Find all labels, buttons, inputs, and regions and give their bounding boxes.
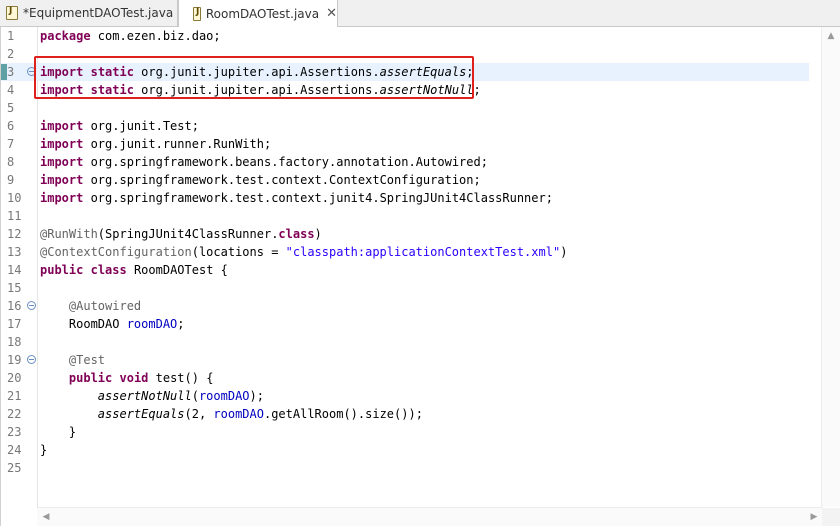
line-number: 20 [7,371,22,385]
close-icon[interactable]: ✕ [326,7,337,20]
vertical-scrollbar[interactable]: ▲ [821,27,840,507]
code-line[interactable]: 11 [1,207,809,225]
line-number: 2 [7,47,15,61]
code-line[interactable]: 14 public class RoomDAOTest { [1,261,809,279]
scrollbar-corner [822,508,840,526]
java-file-icon [193,6,201,21]
code-line[interactable]: 17 RoomDAO roomDAO; [1,315,809,333]
line-number: 23 [7,425,22,439]
fold-collapse-icon[interactable] [27,355,36,364]
code-text: @ContextConfiguration(locations = "class… [40,245,568,259]
line-number: 9 [7,173,15,187]
code-line[interactable]: 25 [1,459,809,477]
code-line[interactable]: 3 import static org.junit.jupiter.api.Ass… [1,63,809,81]
scroll-left-arrow-icon[interactable]: ◀ [39,510,53,524]
code-line[interactable]: 1 package com.ezen.biz.dao; [1,27,809,45]
line-number: 1 [7,29,15,43]
scroll-up-arrow-icon[interactable]: ▲ [824,29,838,43]
code-text: import org.junit.runner.RunWith; [40,137,272,151]
line-number: 4 [7,83,15,97]
editor-tab-bar: *EquipmentDAOTest.java RoomDAOTest.java … [0,0,840,27]
code-text: import org.springframework.test.context.… [40,191,553,205]
code-text: @Test [68,353,106,367]
code-line[interactable]: 4 import static org.junit.jupiter.api.Ass… [1,81,809,99]
code-line[interactable]: 24} [1,441,809,459]
line-number: 10 [7,191,22,205]
code-line[interactable]: 5 [1,99,809,117]
line-number: 22 [7,407,22,421]
code-line[interactable]: 10 import org.springframework.test.contex… [1,189,809,207]
tab-roomdaotest[interactable]: RoomDAOTest.java ✕ [178,0,338,27]
code-line[interactable]: 13 @ContextConfiguration(locations = "cla… [1,243,809,261]
line-number: 14 [7,263,22,277]
code-line[interactable]: 20 public void test() { [1,369,809,387]
code-text: import org.springframework.test.context.… [40,173,481,187]
line-number: 15 [7,281,22,295]
code-text: @Autowired [68,299,142,313]
line-number: 7 [7,137,15,151]
line-number: 6 [7,119,15,133]
tab-equipmentdaotest[interactable]: *EquipmentDAOTest.java [0,0,178,26]
code-line[interactable]: 9 import org.springframework.test.context… [1,171,809,189]
line-number: 16 [7,299,22,313]
code-line[interactable]: 6 import org.junit.Test; [1,117,809,135]
line-number: 8 [7,155,15,169]
code-line[interactable]: 18 [1,333,809,351]
line-number: 18 [7,335,22,349]
code-text: import static org.junit.jupiter.api.Asse… [40,65,474,79]
code-text: package com.ezen.biz.dao; [40,29,221,43]
code-line[interactable]: 8 import org.springframework.beans.factor… [1,153,809,171]
code-line[interactable]: 2 [1,45,809,63]
line-number: 12 [7,227,22,241]
code-line[interactable]: 16 @Autowired [1,297,809,315]
code-text: assertNotNull(roomDAO); [97,389,264,403]
line-number: 19 [7,353,22,367]
code-line[interactable]: 12 @RunWith(SpringJUnit4ClassRunner.class… [1,225,809,243]
fold-collapse-icon[interactable] [27,67,36,76]
line-number: 17 [7,317,22,331]
java-file-icon [6,6,18,20]
line-number: 24 [7,443,22,457]
code-text: @RunWith(SpringJUnit4ClassRunner.class) [40,227,322,241]
code-line[interactable]: 21 assertNotNull(roomDAO); [1,387,809,405]
line-number: 25 [7,461,22,475]
code-line[interactable]: 23 } [1,423,809,441]
code-text: import org.springframework.beans.factory… [40,155,488,169]
code-text: import org.junit.Test; [40,119,199,133]
code-line[interactable]: 7 import org.junit.runner.RunWith; [1,135,809,153]
code-text: assertEquals(2, roomDAO.getAllRoom().siz… [97,407,423,421]
tab-label: *EquipmentDAOTest.java [23,6,174,20]
code-text: public void test() { [68,371,214,385]
tab-label: RoomDAOTest.java [205,6,320,21]
horizontal-scrollbar[interactable]: ◀ ▶ [37,507,823,526]
code-text: public class RoomDAOTest { [40,263,228,277]
code-text: } [40,443,48,457]
line-number: 11 [7,209,22,223]
scroll-right-arrow-icon[interactable]: ▶ [807,510,821,524]
code-line[interactable]: 19 @Test [1,351,809,369]
code-text: } [40,425,77,439]
code-text: import static org.junit.jupiter.api.Asse… [40,83,481,97]
fold-collapse-icon[interactable] [27,301,36,310]
line-number: 3 [7,65,15,79]
line-number: 5 [7,101,15,115]
code-editor[interactable]: 1 package com.ezen.biz.dao; 2 3 import stati… [0,27,840,526]
code-text: RoomDAO roomDAO; [40,317,185,331]
code-line[interactable]: 15 [1,279,809,297]
code-line[interactable]: 22 assertEquals(2, roomDAO.getAllRoom().… [1,405,809,423]
line-number: 13 [7,245,22,259]
line-number: 21 [7,389,22,403]
